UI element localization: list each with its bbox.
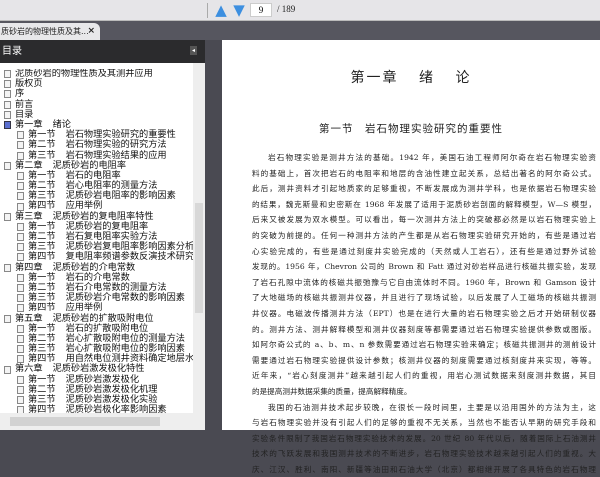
close-tab-icon[interactable]: × [87,23,95,40]
text-line: 了岩石孔隙中流体的核磁共振弛豫与它自由流体时不同。1960 年，Brown 和 … [252,277,596,287]
text-line: 需要通过岩石物理实验提供设计参数；核测井仪器的刻度需要通过核刻度井来实现，等等。 [252,355,596,365]
outline-item-number: 第四节 [28,302,56,314]
bookmark-icon [17,151,24,160]
outline-item-label: 应用举例 [65,302,103,314]
toolbar-divider [207,3,208,18]
bookmark-icon [17,131,24,140]
text-line: 心实验完成的，有些是通过刻度井实验完成的（天然或人工岩石），还有些是通过野外试验 [252,246,596,256]
text-line: 的是提高测井数据采集的质量，提高解释精度。 [252,386,412,396]
horizontal-scrollbar[interactable] [0,413,205,430]
outline-item-label: 岩石物理实验的研究方法 [65,139,167,151]
outline-item-number: 第二节 [28,139,56,151]
text-line: 发现的。1956 年，Chevron 公司的 Brown 和 Fatt 通过对砂… [252,262,596,272]
text-line: 岩石物理实验是测井方法的基础。1942 年，美国石油工程师阿尔奇在岩石物理实验资 [268,153,596,162]
outline-item-number: 第四节 [28,404,56,413]
bookmark-icon [17,171,24,180]
bookmark-icon [17,396,24,405]
bookmark-icon [4,365,11,374]
text-line: 料的基础上，首次把岩石的电阻率和地层的含油性建立起关系，总结出著名的阿尔奇公式。 [252,168,596,178]
text-line: 的结果，魏克斯曼和史密斯在 1968 年发展了适用于泥质砂岩剖面的解释模型，W—… [252,199,596,209]
text-line: 了大地磁场的核磁共振测井仪器，并且进行了现场试验，以后发展了人工磁场的核磁共振测 [252,293,596,303]
bookmark-icon [17,202,24,211]
bookmark-icon [17,294,24,303]
text-line: 实验条件限制了我国岩石物理实验技术的发展。20 世纪 80 年代以后，随着国际上… [252,433,596,443]
text-line: 的。测井方法、测井解释模型和测井仪器刻度等都需要通过岩石物理实验提供参数或图版。 [252,324,596,334]
tab-title: 质砂岩的物理性质及其... [1,27,89,36]
bookmark-icon [17,385,24,394]
text-line: 井仪器。电磁波传播测井方法（EPT）也是在进行大量的岩石物理实验之后才开始研制仪… [252,308,596,318]
bookmark-icon [17,375,24,384]
previous-page-button[interactable]: ▲ [213,2,229,18]
body-text: 岩石物理实验是测井方法的基础。1942 年，美国石油工程师阿尔奇在岩石物理实验资… [252,150,596,477]
bookmark-icon [4,263,11,272]
bookmark-icon [17,273,24,282]
bookmark-icon [17,222,24,231]
bookmark-icon [17,334,24,343]
text-line: 此后，测井资料才引起地质家的足够重视，不断发展成为测井学科，也是依据岩石物理实验 [252,184,596,194]
outline-item[interactable]: 第四节 应用举例 [0,303,193,313]
vertical-scrollbar[interactable] [193,63,205,413]
bookmark-icon [17,345,24,354]
document-tab[interactable]: 质砂岩的物理性质及其... × [0,23,100,40]
sidebar-header: 目录 ◂ [0,40,205,63]
text-line: 庆、江汉、胜利、南阳、新疆等油田和石油大学（北京）都相继开展了各具特色的岩石物理 [252,464,596,474]
collapse-sidebar-icon[interactable]: ◂ [190,46,197,55]
bookmark-icon [17,233,24,242]
scrollbar-thumb[interactable] [195,203,203,313]
bookmark-icon [17,304,24,313]
bookmark-icon [4,212,11,221]
scrollbar-thumb[interactable] [10,417,160,426]
outline-item[interactable]: 版权页 [0,78,193,89]
outline-item[interactable]: 第二节 岩石物理实验的研究方法 [0,140,193,150]
text-line: 后来又被发展为双水模型。可以看出，每一次测井方法上的突破都必然是以岩石物理实验上 [252,215,596,225]
text-line: 如阿尔奇公式的 a、b、m、n 参数需要通过岩石物理实验来确定；核磁共振测井的测… [252,340,596,350]
page-number-input[interactable]: 9 [250,3,272,17]
text-line: 近年来，“岩心刻度测井”越来越引起人们的重视，用岩心测试数据来刻度测井数据，其目 [252,371,596,381]
bookmark-icon [17,406,24,413]
outline-tree: 泥质砂岩的物理性质及其测井应用 版权页序前言 目录 第一章 绪论 第一节 岩石物理实验研究的… [0,69,193,413]
document-page: 第一章 绪 论 第一节 岩石物理实验研究的重要性 岩石物理实验是测井方法的基础。… [222,40,600,474]
section-title: 第一节 岩石物理实验研究的重要性 [319,123,503,135]
bookmark-icon [4,121,11,130]
bookmark-icon [17,284,24,293]
tab-bar: 质砂岩的物理性质及其... × [0,21,600,40]
bookmark-icon [4,70,11,79]
bookmark-icon [4,314,11,323]
arrow-up-icon: ▲ [215,1,227,19]
bookmark-icon [4,100,11,109]
outline-item-label: 泥质砂岩极化率影响因素 [65,404,167,413]
text-line: 技术的飞跃发展和我国测井技术的不断进步，岩石物理实验技术越来越引起人们的重视。大 [252,449,596,459]
bookmark-icon [17,192,24,201]
text-line: 我国的石油测井技术起步较晚，在很长一段时间里，主要是以沿用国外的方法为主，这 [268,402,596,412]
bookmark-icon [4,90,11,99]
bookmark-icon [17,243,24,252]
arrow-down-icon: ▼ [233,1,245,19]
sidebar-title: 目录 [2,46,22,57]
bookmark-icon [17,141,24,150]
bookmark-icon [17,253,24,262]
bookmark-icon [4,80,11,89]
text-line: 与岩石物理实验并没有引起人们的足够的重视不无关系，当然也不能否认早期的研究手段和 [252,418,596,428]
next-page-button[interactable]: ▼ [231,2,247,18]
bookmark-icon [4,110,11,119]
chapter-title: 第一章 绪 论 [350,70,472,86]
page-total: / 189 [277,4,296,14]
bookmark-icon [17,182,24,191]
toolbar: ▲ ▼ 9 / 189 [0,0,600,21]
outline-sidebar: 目录 ◂ 泥质砂岩的物理性质及其测井应用 版权页序前言 目录 第一章 绪论 第一节 岩石物理… [0,40,205,430]
bookmark-icon [4,161,11,170]
text-line: 的突破为前提的。任何一种测井方法的产生都是从岩石物理实验研究开始的，有些是通过岩 [252,230,596,240]
outline-item[interactable]: 第四节 泥质砂岩极化率影响因素 [0,404,193,413]
bookmark-icon [17,324,24,333]
